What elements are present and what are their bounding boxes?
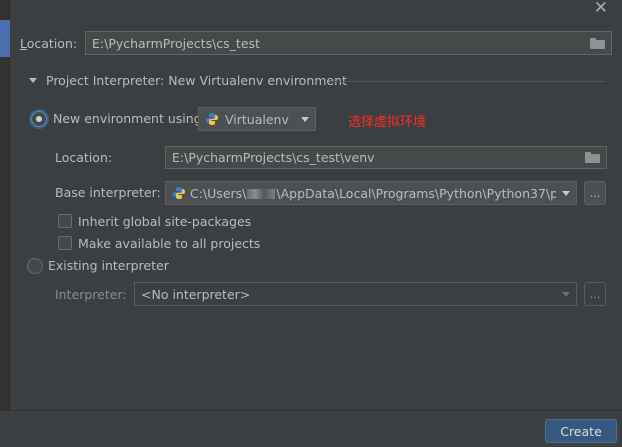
interpreter-value: <No interpreter>: [141, 286, 251, 302]
inherit-packages-label[interactable]: Inherit global site-packages: [78, 214, 251, 229]
python-icon: [173, 187, 185, 199]
environment-tool-select[interactable]: Virtualenv: [198, 107, 316, 131]
existing-interpreter-radio[interactable]: [27, 258, 43, 274]
location-label-accel: L: [20, 36, 27, 51]
selected-project-type-marker[interactable]: [0, 20, 10, 57]
project-location-value: E:\PycharmProjects\cs_test: [92, 35, 260, 51]
existing-interpreter-label[interactable]: Existing interpreter: [48, 258, 169, 273]
venv-location-label: Location:: [55, 150, 113, 165]
inherit-packages-checkbox[interactable]: [58, 214, 72, 228]
venv-location-field[interactable]: E:\PycharmProjects\cs_test\venv: [165, 146, 607, 169]
close-icon[interactable]: ✕: [594, 0, 608, 18]
new-environment-radio[interactable]: [31, 111, 47, 127]
python-icon: [206, 113, 218, 125]
interpreter-select[interactable]: <No interpreter>: [134, 282, 577, 306]
dialog-footer: [0, 410, 622, 447]
chevron-down-icon: [562, 190, 570, 196]
new-environment-label[interactable]: New environment using: [53, 111, 202, 126]
venv-location-value: E:\PycharmProjects\cs_test\venv: [172, 150, 375, 165]
make-available-label[interactable]: Make available to all projects: [78, 236, 260, 251]
new-project-dialog: ✕ Location: E:\PycharmProjects\cs_test P…: [0, 0, 622, 447]
chevron-down-icon: [562, 291, 570, 297]
interpreter-label: Interpreter:: [55, 287, 127, 302]
chevron-down-icon: [301, 116, 309, 122]
chevron-down-icon[interactable]: [29, 78, 37, 83]
create-button[interactable]: Create: [545, 419, 617, 443]
location-label: Location:: [20, 36, 77, 51]
section-divider: [330, 81, 606, 82]
project-location-field[interactable]: E:\PycharmProjects\cs_test: [85, 31, 612, 55]
base-interpreter-select[interactable]: C:\Users\ \AppData\Local\Programs\Python\…: [165, 181, 577, 205]
folder-icon[interactable]: [585, 152, 600, 163]
location-label-rest: ocation:: [26, 36, 78, 51]
redacted-username: [247, 189, 276, 199]
left-project-type-strip: [0, 0, 10, 410]
interpreter-browse-button[interactable]: ...: [584, 282, 606, 306]
environment-tool-value: Virtualenv: [225, 111, 289, 127]
radio-dot: [36, 116, 42, 122]
base-interpreter-browse-button[interactable]: ...: [584, 181, 606, 205]
base-interpreter-label: Base interpreter:: [55, 185, 161, 200]
annotation-text: 选择虚拟环境: [348, 115, 427, 130]
make-available-checkbox[interactable]: [58, 236, 72, 250]
base-interpreter-path-suffix: \AppData\Local\Programs\Python\Python37\…: [276, 185, 556, 201]
base-interpreter-path-prefix: C:\Users\: [190, 185, 247, 201]
interpreter-section-title[interactable]: Project Interpreter: New Virtualenv envi…: [46, 73, 347, 88]
folder-icon[interactable]: [590, 37, 605, 49]
base-interpreter-value: C:\Users\ \AppData\Local\Programs\Python\…: [190, 186, 556, 201]
